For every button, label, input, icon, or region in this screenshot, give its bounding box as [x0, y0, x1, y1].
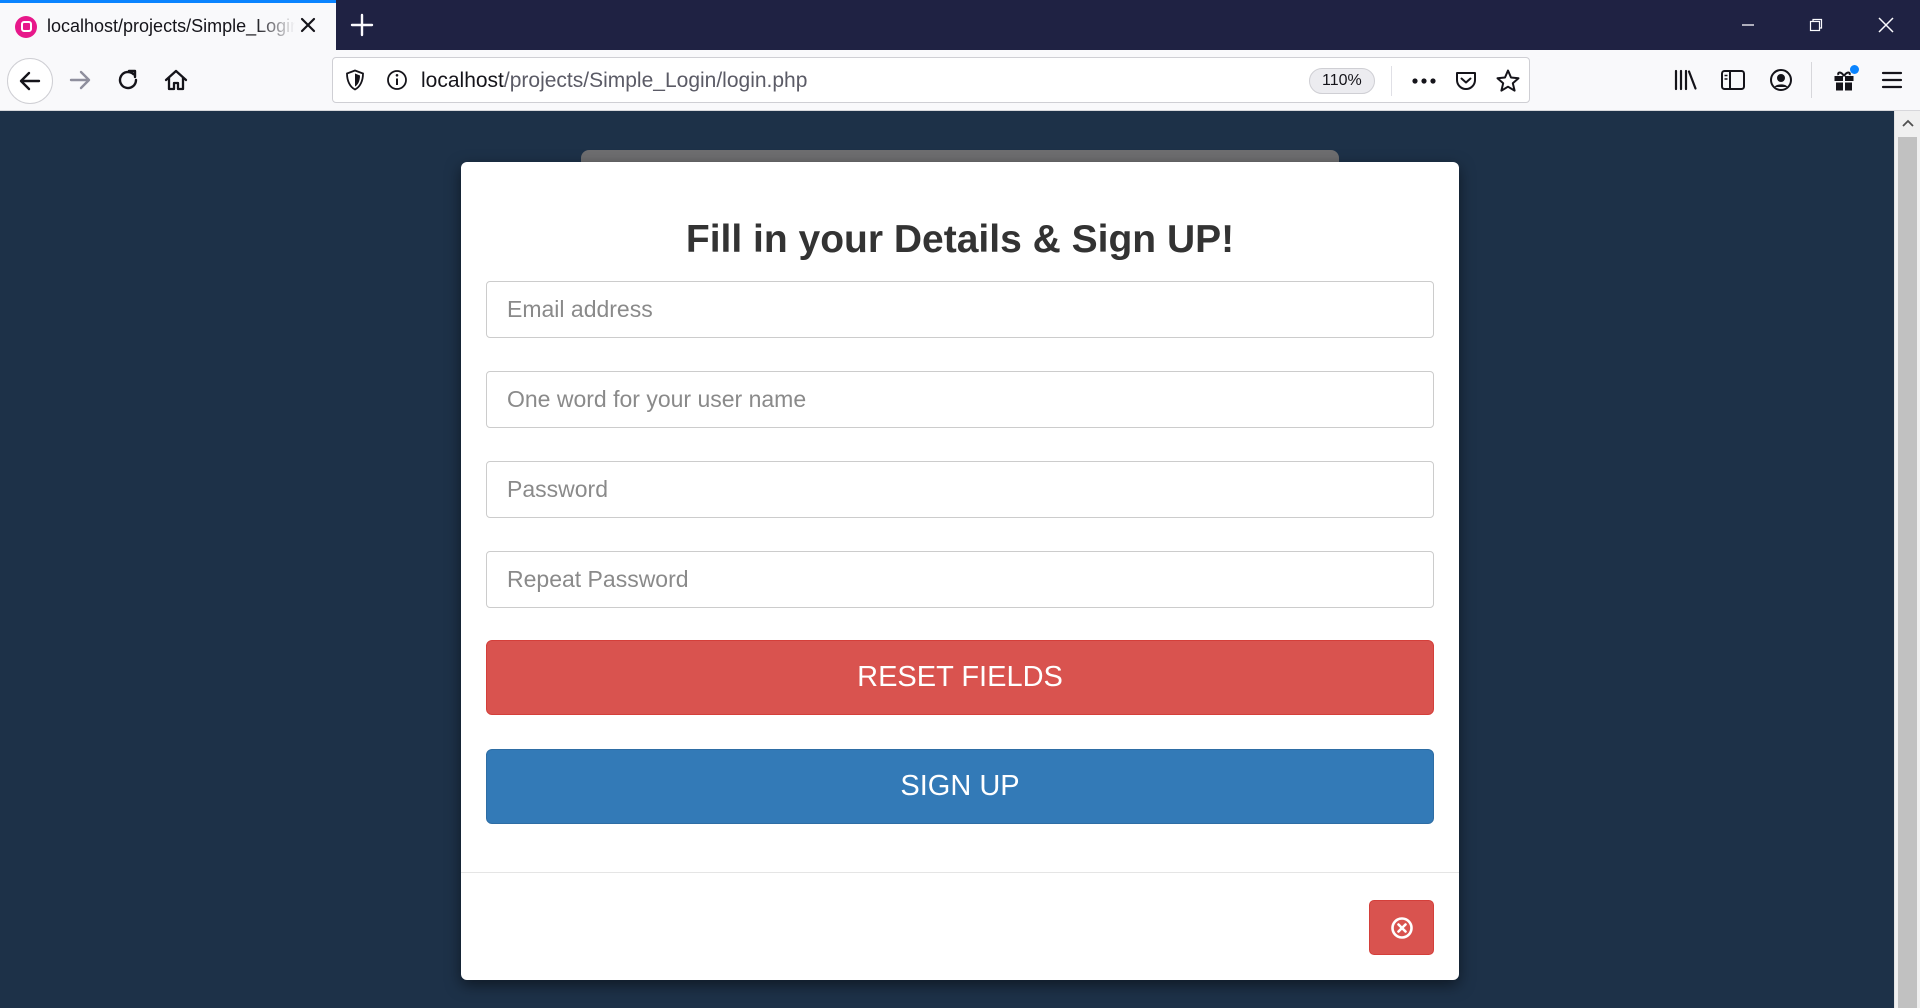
pocket-icon — [1456, 72, 1476, 90]
close-icon — [1878, 17, 1894, 33]
account-button[interactable] — [1761, 60, 1801, 100]
more-icon — [1412, 78, 1436, 84]
signup-heading: Fill in your Details & Sign UP! — [685, 218, 1235, 261]
back-button[interactable] — [7, 58, 53, 104]
wamp-favicon-icon — [15, 15, 37, 38]
modal-footer-divider — [461, 872, 1459, 873]
notification-dot — [1850, 65, 1859, 74]
library-button[interactable] — [1666, 60, 1706, 100]
site-info-icon[interactable] — [383, 66, 411, 94]
signup-modal: Fill in your Details & Sign UP! RESET FI… — [461, 162, 1459, 980]
repeat-password-field[interactable] — [486, 551, 1434, 608]
url-separator — [1391, 66, 1392, 96]
page-actions-button[interactable] — [1407, 64, 1441, 98]
window-minimize-button[interactable] — [1714, 0, 1782, 50]
home-button[interactable] — [156, 60, 196, 100]
whats-new-button[interactable] — [1824, 60, 1864, 100]
minimize-icon — [1742, 24, 1754, 26]
username-field[interactable] — [486, 371, 1434, 428]
toolbar-separator — [1811, 62, 1812, 98]
close-modal-button[interactable] — [1369, 900, 1434, 955]
bookmark-star-button[interactable] — [1491, 64, 1525, 98]
sign-up-button[interactable]: SIGN UP — [486, 749, 1434, 824]
circle-x-icon — [1390, 916, 1413, 939]
navigation-toolbar: localhost/projects/Simple_Login/login.ph… — [0, 50, 1920, 111]
new-tab-plus-icon[interactable] — [348, 11, 376, 39]
arrow-left-icon — [19, 71, 41, 91]
window-restore-button[interactable] — [1782, 0, 1850, 50]
tracking-protection-shield-icon[interactable] — [341, 66, 369, 94]
tab-close-icon[interactable] — [296, 13, 320, 37]
page-scrollbar[interactable] — [1894, 111, 1920, 1008]
address-bar[interactable]: localhost/projects/Simple_Login/login.ph… — [332, 57, 1530, 103]
tab-title: localhost/projects/Simple_Login/login.ph… — [47, 16, 295, 36]
email-field[interactable] — [486, 281, 1434, 338]
window-close-button[interactable] — [1852, 0, 1920, 50]
url-text[interactable]: localhost/projects/Simple_Login/login.ph… — [421, 69, 807, 93]
reload-button[interactable] — [108, 60, 148, 100]
password-field[interactable] — [486, 461, 1434, 518]
browser-tab[interactable]: localhost/projects/Simple_Login/login.ph… — [0, 0, 336, 50]
scrollbar-thumb[interactable] — [1898, 137, 1917, 1008]
zoom-level-badge[interactable]: 110% — [1309, 68, 1375, 94]
url-path: /projects/Simple_Login/login.php — [503, 69, 808, 92]
reload-icon — [118, 69, 138, 90]
forward-button[interactable] — [60, 60, 100, 100]
app-menu-button[interactable] — [1872, 60, 1912, 100]
sidebar-icon — [1721, 70, 1745, 90]
sidebar-toggle-button[interactable] — [1713, 60, 1753, 100]
arrow-right-icon — [69, 70, 91, 90]
hamburger-icon — [1881, 71, 1903, 89]
home-icon — [164, 69, 188, 91]
library-icon — [1674, 69, 1697, 91]
pocket-button[interactable] — [1449, 64, 1483, 98]
restore-icon — [1809, 18, 1823, 32]
reset-fields-button[interactable]: RESET FIELDS — [486, 640, 1434, 715]
star-icon — [1496, 69, 1520, 92]
account-icon — [1770, 69, 1792, 91]
tab-strip: localhost/projects/Simple_Login/login.ph… — [0, 0, 1920, 50]
url-host: localhost — [421, 69, 504, 92]
scroll-up-arrow-icon[interactable] — [1895, 111, 1920, 135]
